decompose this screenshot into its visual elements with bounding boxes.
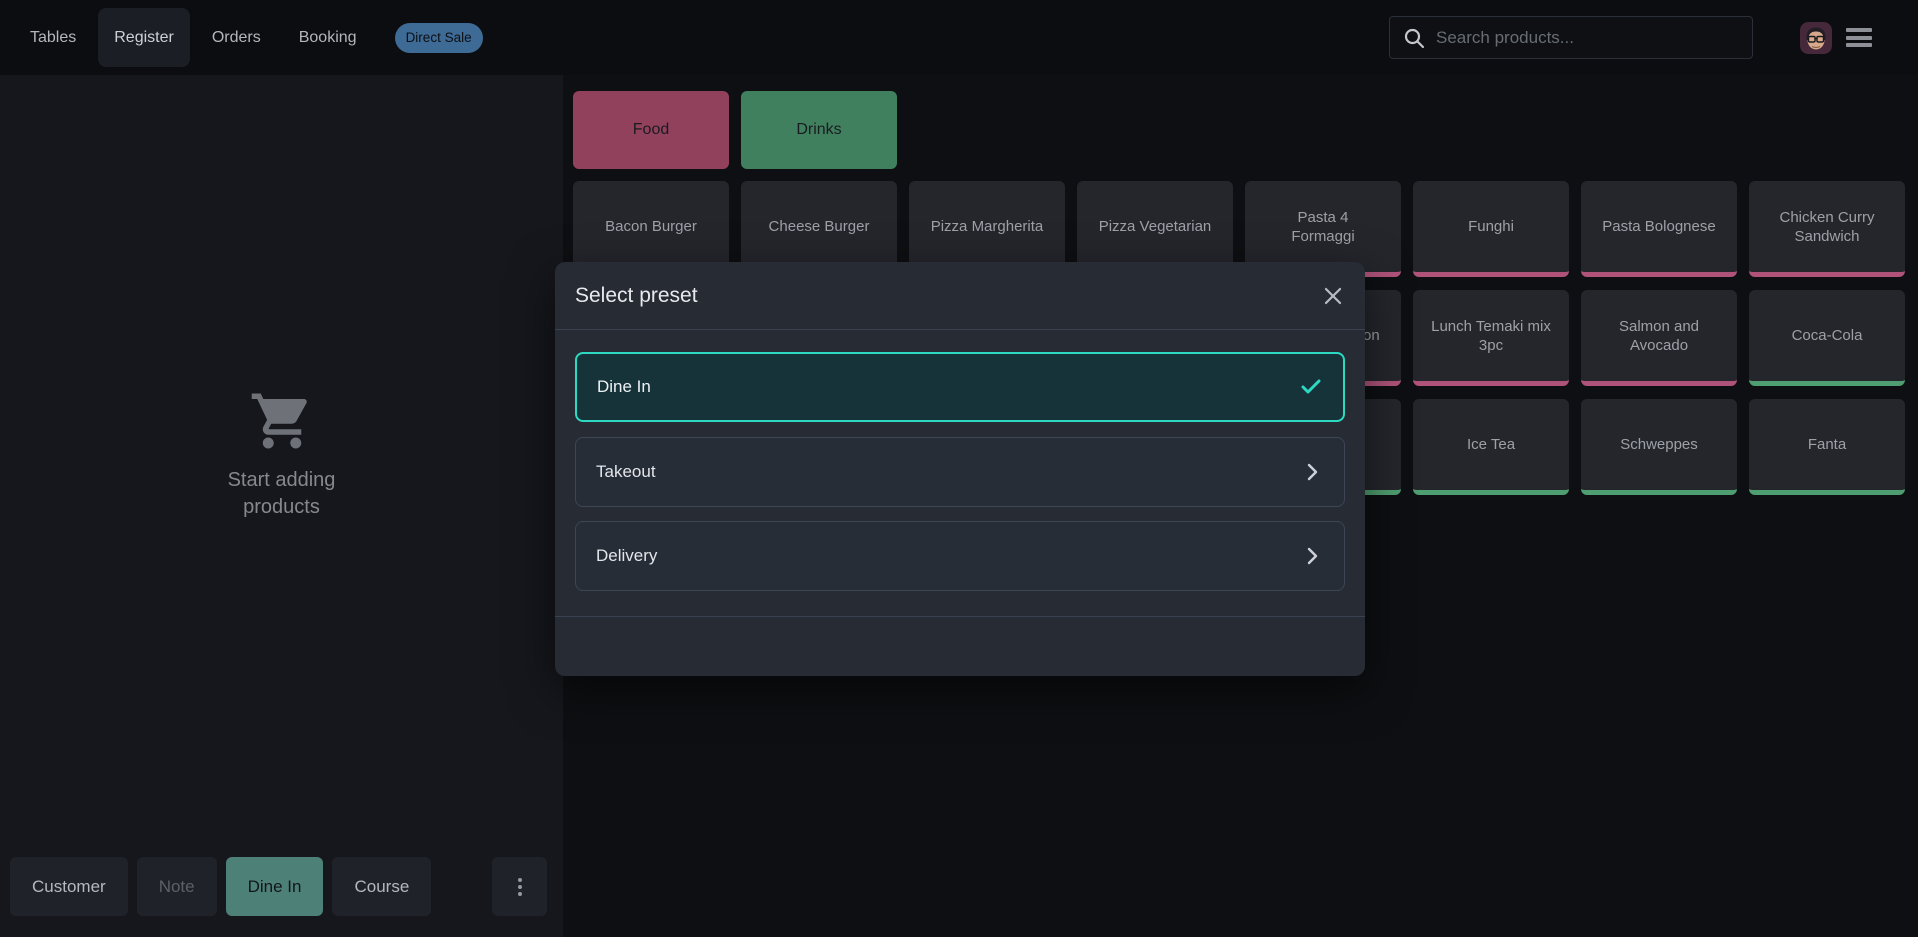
action-button-customer[interactable]: Customer: [10, 857, 128, 916]
hamburger-menu-icon[interactable]: [1846, 23, 1872, 53]
nav-item-tables[interactable]: Tables: [14, 8, 92, 67]
product-tile-fanta[interactable]: Fanta: [1749, 399, 1905, 495]
preset-option-list: Dine In Takeout Delivery: [555, 330, 1365, 616]
search-box: [1389, 16, 1753, 59]
product-tile-label: Salmon and Avocado: [1593, 317, 1725, 355]
product-tile-label: Pizza Vegetarian: [1099, 217, 1212, 236]
cart-actions: CustomerNoteDine InCourse: [10, 857, 547, 916]
product-tile-label: Lunch Temaki mix 3pc: [1425, 317, 1557, 355]
select-preset-modal: Select preset Dine In Takeout Delivery: [555, 262, 1365, 676]
nav-item-booking[interactable]: Booking: [283, 8, 373, 67]
cart-panel: Start adding products CustomerNoteDine I…: [0, 75, 563, 937]
product-tile-schweppes[interactable]: Schweppes: [1581, 399, 1737, 495]
check-icon: [1299, 375, 1323, 399]
product-tile-label: Schweppes: [1620, 435, 1698, 454]
preset-option-label: Dine In: [597, 377, 651, 397]
modal-footer: [555, 616, 1365, 676]
action-button-note[interactable]: Note: [137, 857, 217, 916]
nav-item-register[interactable]: Register: [98, 8, 190, 67]
product-tile-label: Pasta 4 Formaggi: [1291, 208, 1354, 246]
preset-option-dine-in[interactable]: Dine In: [575, 352, 1345, 422]
product-tile-label: Pizza Margherita: [931, 217, 1044, 236]
preset-option-label: Delivery: [596, 546, 657, 566]
modal-title: Select preset: [575, 284, 698, 308]
shopping-cart-icon: [249, 388, 315, 454]
user-avatar[interactable]: [1800, 22, 1832, 54]
direct-sale-badge[interactable]: Direct Sale: [395, 23, 483, 53]
modal-header: Select preset: [555, 262, 1365, 330]
chevron-right-icon: [1300, 460, 1324, 484]
product-tile-label: Chicken Curry Sandwich: [1761, 208, 1893, 246]
top-bar: TablesRegisterOrdersBooking Direct Sale: [0, 0, 1918, 75]
nav-item-orders[interactable]: Orders: [196, 8, 277, 67]
preset-option-takeout[interactable]: Takeout: [575, 437, 1345, 507]
product-tile-coca-cola[interactable]: Coca-Cola: [1749, 290, 1905, 386]
product-tile-label: Fanta: [1808, 435, 1846, 454]
product-tile-salmon-and-avocado[interactable]: Salmon and Avocado: [1581, 290, 1737, 386]
product-tile-label: Bacon Burger: [605, 217, 697, 236]
cart-empty-state: Start adding products: [0, 388, 563, 521]
main-nav: TablesRegisterOrdersBooking: [14, 8, 379, 67]
category-button-drinks[interactable]: Drinks: [741, 91, 897, 169]
search-icon: [1402, 26, 1426, 50]
cart-empty-text: Start adding products: [207, 467, 357, 521]
close-icon[interactable]: [1319, 282, 1347, 310]
preset-option-label: Takeout: [596, 462, 656, 482]
product-tile-label: on: [1363, 326, 1380, 345]
product-tile-funghi[interactable]: Funghi: [1413, 181, 1569, 277]
kebab-menu-icon[interactable]: [492, 857, 547, 916]
product-tile-label: Pasta Bolognese: [1602, 217, 1715, 236]
product-tile-ice-tea[interactable]: Ice Tea: [1413, 399, 1569, 495]
preset-option-delivery[interactable]: Delivery: [575, 521, 1345, 591]
category-button-food[interactable]: Food: [573, 91, 729, 169]
product-tile-label: Funghi: [1468, 217, 1514, 236]
search-input[interactable]: [1436, 28, 1726, 48]
action-button-course[interactable]: Course: [332, 857, 431, 916]
product-tile-label: Ice Tea: [1467, 435, 1515, 454]
product-tile-label: Coca-Cola: [1792, 326, 1863, 345]
product-tile-lunch-temaki-mix-3pc[interactable]: Lunch Temaki mix 3pc: [1413, 290, 1569, 386]
chevron-right-icon: [1300, 544, 1324, 568]
product-tile-pasta-bolognese[interactable]: Pasta Bolognese: [1581, 181, 1737, 277]
action-button-dine-in[interactable]: Dine In: [226, 857, 324, 916]
product-tile-chicken-curry-sandwich[interactable]: Chicken Curry Sandwich: [1749, 181, 1905, 277]
product-tile-label: Cheese Burger: [769, 217, 870, 236]
